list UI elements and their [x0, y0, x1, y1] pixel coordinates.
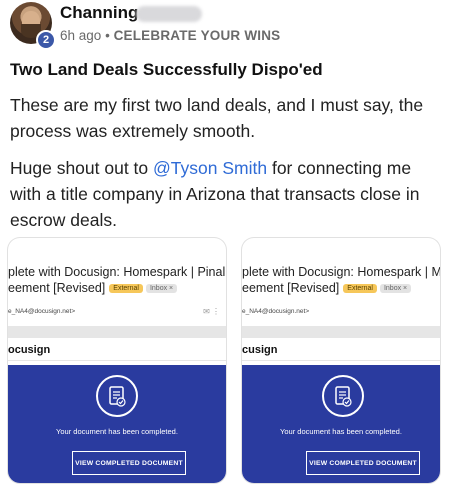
post-category[interactable]: CELEBRATE YOUR WINS: [114, 28, 281, 43]
docusign-banner: Your document has been completed. VIEW C…: [8, 365, 226, 483]
docusign-banner: Your document has been completed. VIEW C…: [242, 365, 440, 483]
divider: [8, 360, 226, 361]
paragraph-text: Huge shout out to: [10, 158, 154, 178]
divider: [242, 360, 440, 361]
post-paragraph-1: These are my first two land deals, and I…: [10, 95, 424, 141]
subject-text: eement [Revised]: [8, 281, 106, 295]
document-check-icon: [322, 375, 364, 417]
inbox-tag: Inbox ×: [379, 284, 412, 294]
email-subject-line2: eement [Revised] External Inbox ×: [242, 281, 412, 295]
email-subject: plete with Docusign: Homespark | Mohave: [242, 265, 440, 279]
post-meta: 6h ago • CELEBRATE YOUR WINS: [60, 28, 280, 43]
attachment-image[interactable]: plete with Docusign: Homespark | Mohave …: [242, 238, 440, 483]
redacted-surname: [136, 6, 202, 22]
email-sender: e_NA4@docusign.net>: [8, 308, 76, 315]
document-check-icon: [96, 375, 138, 417]
email-gray-band: [8, 326, 226, 338]
view-completed-document-button[interactable]: VIEW COMPLETED DOCUMENT: [306, 451, 420, 475]
attachment-image[interactable]: plete with Docusign: Homespark | Pinal C…: [8, 238, 226, 483]
docusign-logo: cusign: [242, 344, 278, 356]
external-tag: External: [343, 284, 377, 294]
user-mention[interactable]: @Tyson Smith: [153, 158, 267, 178]
subject-text: eement [Revised]: [242, 281, 340, 295]
email-action-icons: ✉ ⋮: [203, 307, 220, 316]
post-title: Two Land Deals Successfully Dispo'ed: [10, 60, 323, 79]
completed-message: Your document has been completed.: [280, 427, 402, 436]
email-subject: plete with Docusign: Homespark | Pinal C…: [8, 265, 226, 279]
post-card: 2 Channing 6h ago • CELEBRATE YOUR WINS …: [0, 0, 450, 493]
post-paragraph-2: Huge shout out to @Tyson Smith for conne…: [10, 155, 440, 233]
email-sender: e_NA4@docusign.net>: [242, 308, 310, 315]
inbox-tag: Inbox ×: [145, 284, 178, 294]
view-completed-document-button[interactable]: VIEW COMPLETED DOCUMENT: [72, 451, 186, 475]
author-name[interactable]: Channing: [60, 3, 138, 23]
external-tag: External: [109, 284, 143, 294]
email-gray-band: [242, 326, 440, 338]
meta-separator: •: [105, 28, 110, 43]
level-badge: 2: [36, 30, 56, 50]
post-time: 6h ago: [60, 28, 102, 43]
email-subject-line2: eement [Revised] External Inbox ×: [8, 281, 178, 295]
completed-message: Your document has been completed.: [56, 427, 178, 436]
docusign-logo: ocusign: [8, 344, 51, 356]
